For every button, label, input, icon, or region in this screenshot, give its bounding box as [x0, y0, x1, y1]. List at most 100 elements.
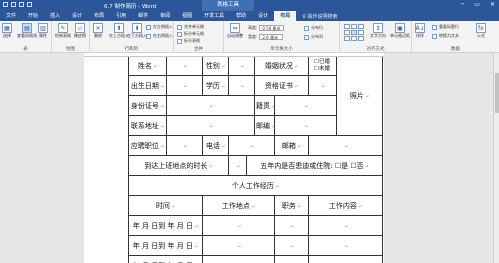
cell-title[interactable]: ↵: [274, 215, 310, 236]
eraser-button[interactable]: ▱ 橡皮擦: [74, 23, 86, 39]
tab-insert[interactable]: 插入: [44, 11, 66, 21]
tab-mailings[interactable]: 邮件: [132, 11, 154, 21]
insert-right-button[interactable]: 在右侧插入: [146, 33, 173, 39]
save-icon[interactable]: [3, 2, 8, 7]
align-middle-center-icon[interactable]: [351, 30, 357, 35]
unmarried-checkbox[interactable]: ☐未婚: [314, 66, 330, 73]
cell-email-label[interactable]: 邮箱↵: [274, 135, 310, 156]
cell-period[interactable]: 年 月 日到 年 月 日↵: [128, 215, 203, 236]
cell-place[interactable]: ↵: [201, 255, 276, 263]
formula-button[interactable]: fx 公式: [476, 23, 486, 39]
cell-margins-button[interactable]: ▣ 单元格边距: [390, 23, 410, 39]
cell-zip-value[interactable]: ↵: [274, 115, 338, 136]
align-middle-right-icon[interactable]: [358, 30, 364, 35]
tab-review[interactable]: 审阅: [154, 11, 176, 21]
cell-gender-value[interactable]: ↵: [227, 57, 256, 76]
cell-address-label[interactable]: 联系地址↵: [128, 115, 167, 136]
align-middle-left-icon[interactable]: [344, 30, 350, 35]
cell-email-value[interactable]: ↵: [308, 135, 384, 156]
align-bottom-center-icon[interactable]: [351, 36, 357, 41]
cell-work-history-title[interactable]: 个人工作经历↵: [127, 175, 384, 196]
height-input[interactable]: 0.56 厘米: [259, 25, 284, 31]
cell-title[interactable]: ↵: [274, 255, 310, 263]
cell-time-header[interactable]: 时间↵: [128, 195, 203, 216]
insert-below-button[interactable]: ⬇ 在下方插入: [127, 23, 147, 39]
cell-position-value[interactable]: ↵: [166, 135, 203, 156]
no-checkbox[interactable]: ☐否: [350, 162, 363, 170]
cell-cert-value[interactable]: ↵: [308, 75, 338, 96]
married-checkbox[interactable]: ☐已婚: [314, 59, 330, 66]
tell-me-search[interactable]: ♀ 操作说明搜索: [302, 13, 337, 20]
merge-cells-button[interactable]: 合并单元格: [177, 24, 204, 30]
yes-checkbox[interactable]: ☐是: [335, 162, 348, 170]
close-button[interactable]: ✕: [490, 1, 495, 8]
align-top-right-icon[interactable]: [358, 24, 364, 29]
tab-view[interactable]: 视图: [176, 11, 198, 21]
cell-name-value[interactable]: ↵: [166, 57, 203, 76]
tab-table-layout[interactable]: 布局: [274, 11, 297, 21]
height-spinner[interactable]: 高度: 0.56 厘米: [248, 25, 284, 31]
select-button[interactable]: ▦ 选择: [2, 23, 12, 39]
cell-phone-value[interactable]: ↵: [227, 135, 276, 156]
repeat-header-button[interactable]: 重复标题行: [432, 24, 459, 30]
customize-icon[interactable]: [27, 2, 32, 7]
cell-edu-label[interactable]: 学历↵: [202, 75, 229, 96]
undo-icon[interactable]: [11, 2, 16, 7]
tab-layout[interactable]: 布局: [88, 11, 110, 21]
align-top-center-icon[interactable]: [351, 24, 357, 29]
delete-button[interactable]: ✕ 删除: [93, 23, 103, 39]
cell-name-label[interactable]: 姓名↵: [128, 57, 167, 76]
cell-place[interactable]: ↵: [201, 235, 276, 256]
cell-title-header[interactable]: 职务↵: [274, 195, 310, 216]
redo-icon[interactable]: [19, 2, 24, 7]
tab-table-design[interactable]: 设计: [252, 11, 274, 21]
split-table-button[interactable]: 拆分表格: [177, 38, 200, 44]
distribute-columns-button[interactable]: 分布列: [304, 34, 323, 40]
tab-developer[interactable]: 开发工具: [198, 11, 230, 21]
cell-gender-label[interactable]: 性别↵: [202, 57, 229, 76]
autofit-button[interactable]: ⇔ 自动调整: [227, 23, 243, 39]
tab-design[interactable]: 设计: [66, 11, 88, 21]
cell-origin-value[interactable]: ↵: [274, 95, 338, 116]
tab-references[interactable]: 引用: [110, 11, 132, 21]
tab-file[interactable]: 文件: [0, 11, 22, 21]
align-bottom-left-icon[interactable]: [344, 36, 350, 41]
minimize-button[interactable]: ─: [461, 1, 465, 8]
cell-birth-label[interactable]: 出生日期↵: [128, 75, 167, 96]
cell-marital-options[interactable]: ☐已婚 ☐未婚: [308, 57, 338, 76]
scrollbar-thumb[interactable]: [495, 73, 499, 113]
cell-content[interactable]: ↵: [308, 235, 384, 256]
convert-text-button[interactable]: 转换为文本: [432, 33, 459, 39]
split-cells-button[interactable]: 拆分单元格: [177, 31, 204, 37]
tab-help[interactable]: 帮助: [230, 11, 252, 21]
width-input[interactable]: 2.6 厘米: [259, 34, 284, 40]
cell-title[interactable]: ↵: [274, 235, 310, 256]
cell-period[interactable]: 年 月 日到 年 月 日↵: [128, 235, 203, 256]
text-direction-button[interactable]: ↕ 文字方向: [370, 23, 386, 39]
cell-origin-label[interactable]: 籍贯↵: [254, 95, 276, 116]
cell-id-label[interactable]: 身份证号↵: [128, 95, 167, 116]
cell-position-label[interactable]: 应聘职位↵: [128, 135, 167, 156]
cell-phone-label[interactable]: 电话↵: [202, 135, 229, 156]
sort-button[interactable]: A↓ 排序: [415, 23, 425, 39]
properties-button[interactable]: ▥ 属性: [38, 23, 48, 39]
cell-cert-label[interactable]: 资格证书↵: [254, 75, 310, 96]
vertical-scrollbar[interactable]: [493, 53, 499, 263]
cell-content[interactable]: ↵: [308, 215, 384, 236]
maximize-button[interactable]: ▭: [474, 1, 480, 8]
document-page[interactable]: 姓名↵ ↵ 性别↵ ↵ 婚姻状况↵ ☐已婚 ☐未婚 照片↵ 出生日期↵ ↵ 学历↵…: [84, 57, 384, 263]
insert-above-button[interactable]: ⬆ 在上方插入: [109, 23, 129, 39]
width-spinner[interactable]: 宽度: 2.6 厘米: [248, 34, 284, 40]
cell-photo[interactable]: 照片↵: [336, 57, 384, 136]
cell-id-value[interactable]: ↵: [165, 95, 256, 116]
cell-content[interactable]: ↵: [308, 255, 384, 263]
cell-address-value[interactable]: ↵: [165, 115, 256, 136]
align-bottom-right-icon[interactable]: [358, 36, 364, 41]
cell-period[interactable]: 年 月 日到 年 月 日↵: [128, 255, 203, 263]
cell-health-question[interactable]: 五年内是否患迪或住院: ☐是 ☐否↵: [245, 155, 384, 176]
cell-arrival-label[interactable]: 到达上班地点的时长↵: [128, 155, 229, 176]
insert-left-button[interactable]: 在左侧插入: [146, 24, 173, 30]
cell-place-header[interactable]: 工作地点↵: [201, 195, 276, 216]
draw-table-button[interactable]: ✎ 绘制表格: [55, 23, 71, 39]
cell-content-header[interactable]: 工作内容↵: [308, 195, 384, 216]
